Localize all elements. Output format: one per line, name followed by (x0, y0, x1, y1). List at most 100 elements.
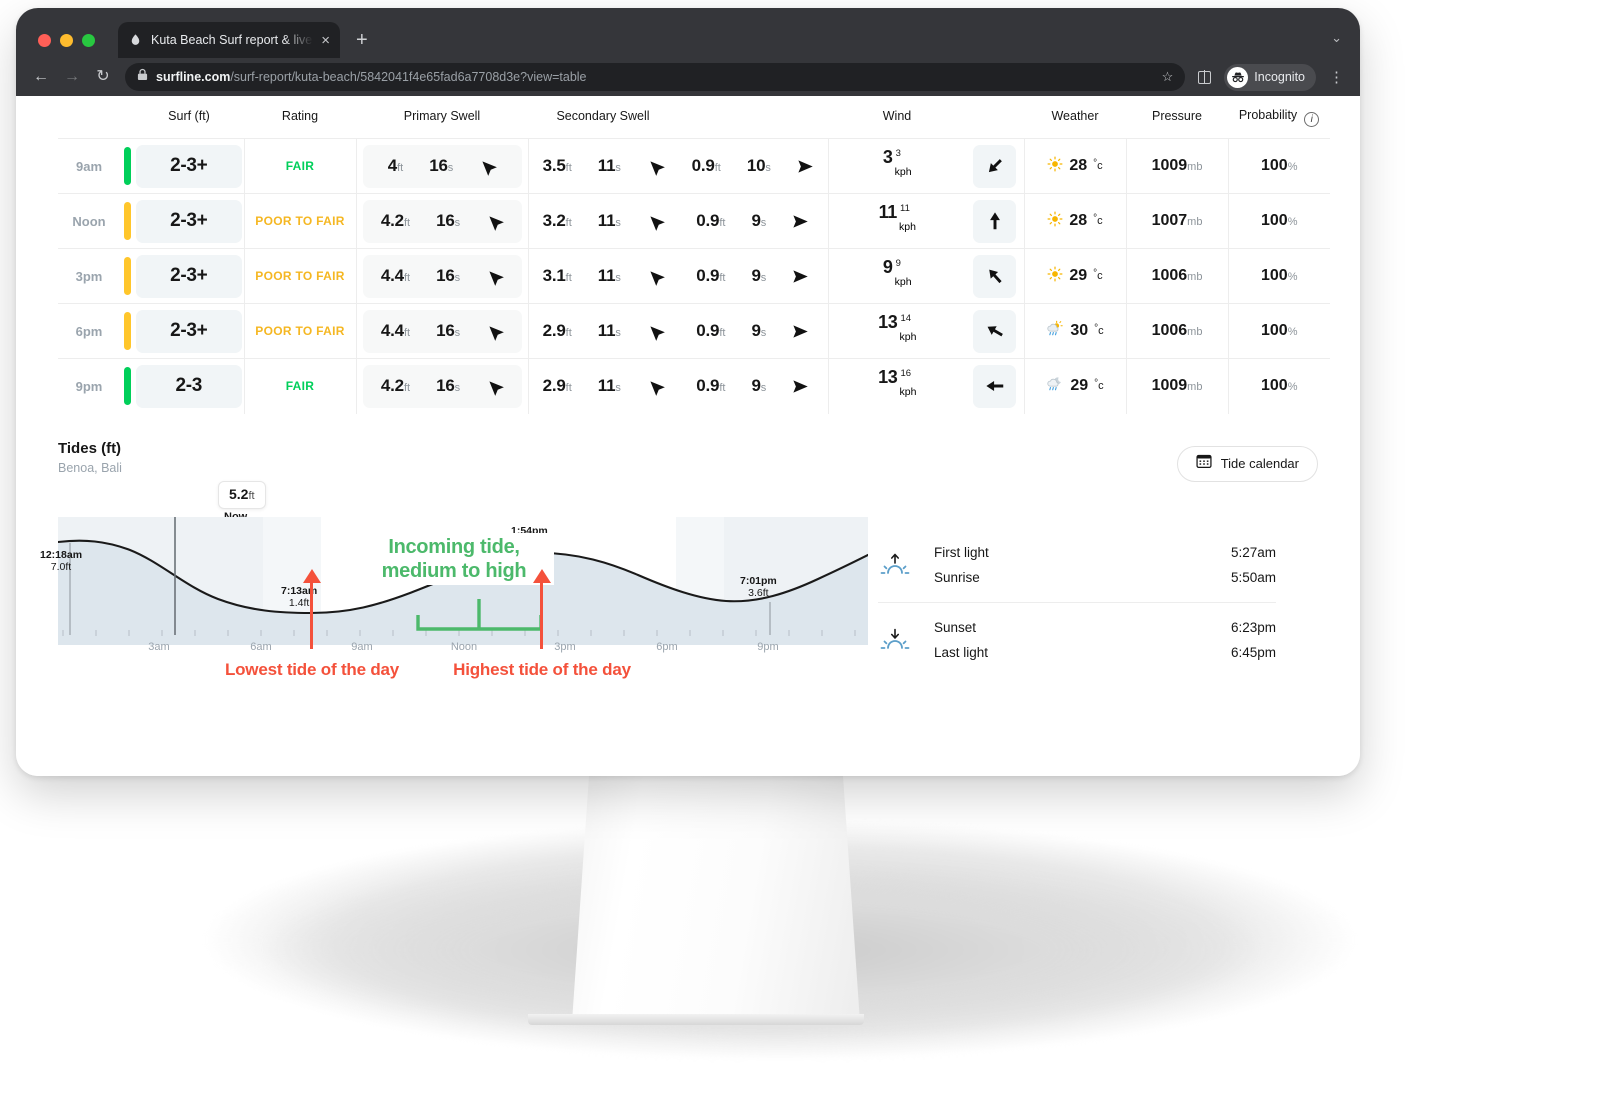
maximize-window-button[interactable] (82, 34, 95, 47)
sun-time-line: Sunrise 5:50am (934, 565, 1276, 590)
th-rating: Rating (244, 96, 356, 139)
row-time: Noon (58, 194, 120, 249)
swell-direction-icon (486, 323, 503, 340)
address-bar[interactable]: surfline.com/surf-report/kuta-beach/5842… (125, 63, 1185, 91)
browser-tab[interactable]: Kuta Beach Surf report & live s × (118, 22, 340, 58)
surf-forecast-table: Surf (ft) Rating Primary Swell Secondary… (58, 96, 1330, 414)
swell-cell: 3.5ft11s (529, 145, 679, 188)
swell-period: 16s (436, 266, 460, 286)
wind-gust: 3 (896, 148, 901, 159)
table-row[interactable]: 3pm2-3+POOR TO FAIR4.4ft16s3.1ft11s0.9ft… (58, 249, 1330, 304)
pressure-value: 1006 (1152, 322, 1188, 339)
wind-direction-cell (966, 359, 1024, 414)
swell-direction-icon (486, 268, 503, 285)
tide-chart[interactable]: 5.2ft Now (58, 517, 868, 697)
now-tide-value: 5.2ft (218, 481, 266, 509)
temperature: 28 (1069, 157, 1087, 175)
table-row[interactable]: 9am2-3+FAIR4ft16s3.5ft11s0.9ft10s33kph28… (58, 139, 1330, 194)
browser-menu-icon[interactable]: ⋮ (1329, 68, 1344, 86)
incoming-tide-annotation: Incoming tide, medium to high (354, 533, 554, 586)
table-row[interactable]: 9pm2-3FAIR4.2ft16s2.9ft11s0.9ft9s1316kph… (58, 359, 1330, 414)
th-probability-label: Probability (1239, 108, 1297, 122)
incognito-indicator[interactable]: Incognito (1224, 64, 1316, 91)
info-icon[interactable]: i (1304, 112, 1319, 127)
new-tab-button[interactable]: + (356, 30, 368, 50)
sun-time-label: Sunrise (934, 570, 980, 585)
swell-period: 11s (598, 211, 621, 231)
lowest-tide-label: Lowest tide of the day (212, 659, 412, 682)
chevron-down-icon[interactable]: ⌄ (1331, 30, 1342, 46)
monitor-stand (572, 772, 860, 1022)
sun-times-row: First light5:27amSunrise5:50am (878, 528, 1276, 602)
side-panel-icon[interactable] (1198, 71, 1211, 84)
window-controls[interactable] (38, 34, 95, 47)
swell-direction-icon (792, 213, 809, 230)
swell-height: 4.2ft (381, 211, 410, 231)
close-window-button[interactable] (38, 34, 51, 47)
wind-gust: 14 (900, 313, 911, 324)
wind-speed: 13 (878, 367, 897, 388)
weather-cell: 28°c (1024, 139, 1126, 194)
surf-height-cell: 2-3+ (134, 139, 244, 194)
wind-speed: 13 (878, 312, 897, 333)
url-text: surfline.com/surf-report/kuta-beach/5842… (156, 70, 587, 84)
swell-height: 3.5ft (543, 156, 572, 176)
secondary-swell-cell: 2.9ft11s (528, 304, 678, 359)
tab-close-icon[interactable]: × (321, 33, 330, 48)
probability-value: 100 (1261, 157, 1288, 174)
wind-direction-cell (966, 304, 1024, 359)
swell-direction-icon (647, 378, 664, 395)
sun-times-texts: First light5:27amSunrise5:50am (934, 540, 1276, 590)
tide-x-tick: 9pm (757, 641, 778, 653)
primary-swell-cell: 4.4ft16s (356, 304, 528, 359)
tide-x-tick: 3pm (554, 641, 575, 653)
sun-time-label: Last light (934, 645, 988, 660)
weather-cell: 29°c (1024, 359, 1126, 414)
forward-button[interactable]: → (63, 69, 81, 85)
wind-gust: 16 (900, 368, 911, 379)
tide-extreme-height: 7.0ft (40, 561, 82, 573)
reload-button[interactable]: ↻ (94, 69, 112, 85)
lock-icon (137, 68, 148, 86)
back-button[interactable]: ← (32, 69, 50, 85)
highest-tide-label: Highest tide of the day (442, 659, 642, 682)
primary-swell-cell: 4.4ft16s (356, 249, 528, 304)
swell-cell: 0.9ft9s (678, 365, 828, 408)
tertiary-swell-cell: 0.9ft9s (678, 304, 828, 359)
wind-speed: 11 (879, 202, 897, 223)
row-time: 3pm (58, 249, 120, 304)
surf-height: 2-3 (136, 365, 242, 408)
swell-direction-icon (647, 268, 664, 285)
table-body: 9am2-3+FAIR4ft16s3.5ft11s0.9ft10s33kph28… (58, 139, 1330, 414)
sun-time-value: 5:50am (1231, 570, 1276, 585)
primary-swell-cell: 4.2ft16s (356, 194, 528, 249)
swell-height: 0.9ft (696, 211, 725, 231)
sunrise-icon (878, 552, 912, 578)
secondary-swell-cell: 3.2ft11s (528, 194, 678, 249)
th-time (58, 96, 120, 139)
bookmark-star-icon[interactable]: ☆ (1162, 69, 1174, 85)
swell-period: 9s (751, 211, 766, 231)
tab-strip: Kuta Beach Surf report & live s × + ⌄ (16, 8, 1360, 58)
swell-direction-icon (797, 158, 814, 175)
primary-swell-cell: 4.2ft16s (356, 359, 528, 414)
th-primary-swell: Primary Swell (356, 96, 528, 139)
tide-extreme-label: 12:18am7.0ft (40, 549, 82, 573)
temperature-unit: °c (1093, 267, 1103, 279)
temperature-unit: °c (1094, 322, 1104, 334)
sun-icon (1047, 156, 1063, 177)
wind-direction-cell (966, 249, 1024, 304)
tab-title: Kuta Beach Surf report & live s (151, 33, 313, 47)
wind-direction-icon (973, 145, 1016, 188)
temperature: 28 (1069, 212, 1087, 230)
surf-height: 2-3+ (136, 255, 242, 298)
swell-cell: 4.4ft16s (363, 255, 522, 298)
th-rating-bar (120, 96, 134, 139)
th-pressure: Pressure (1126, 96, 1228, 139)
browser-toolbar: ← → ↻ surfline.com/surf-report/kuta-beac… (16, 58, 1360, 96)
wind-speed: 3 (883, 147, 893, 168)
minimize-window-button[interactable] (60, 34, 73, 47)
table-row[interactable]: 6pm2-3+POOR TO FAIR4.4ft16s2.9ft11s0.9ft… (58, 304, 1330, 359)
table-row[interactable]: Noon2-3+POOR TO FAIR4.2ft16s3.2ft11s0.9f… (58, 194, 1330, 249)
tide-calendar-button[interactable]: Tide calendar (1177, 446, 1318, 482)
